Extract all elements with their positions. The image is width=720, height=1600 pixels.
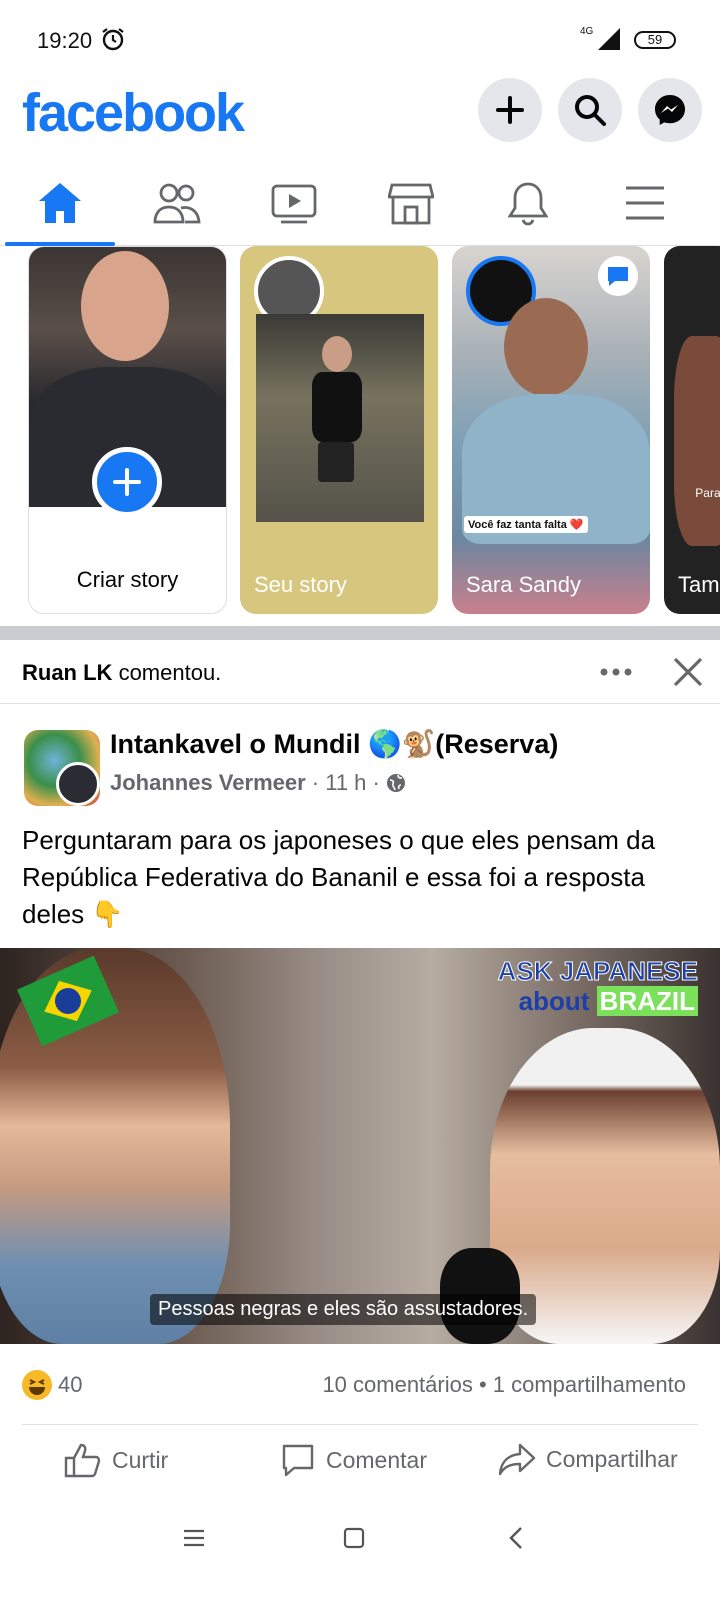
chat-bubble-icon bbox=[608, 267, 628, 286]
menu-icon bbox=[626, 186, 664, 220]
alarm-icon bbox=[100, 26, 126, 57]
video-title-overlay: ASK JAPANESE about BRAZIL bbox=[497, 956, 699, 1016]
search-icon bbox=[575, 95, 606, 126]
tab-friends[interactable] bbox=[117, 162, 237, 244]
activity-text: Ruan LK comentou. bbox=[22, 660, 221, 686]
next-story-card[interactable]: Parabé Tam bbox=[664, 246, 720, 614]
story-caption: Você faz tanta falta ❤️ bbox=[464, 516, 588, 533]
notifications-icon bbox=[507, 182, 549, 226]
recents-button[interactable] bbox=[170, 1514, 218, 1562]
create-button[interactable] bbox=[478, 78, 542, 142]
status-bar: 19:20 4G 59 bbox=[0, 0, 720, 78]
tab-home[interactable] bbox=[0, 162, 120, 246]
friends-icon bbox=[153, 183, 201, 224]
story-preview-image bbox=[256, 314, 424, 522]
hide-post-button[interactable] bbox=[668, 654, 708, 690]
group-avatar[interactable] bbox=[24, 730, 100, 806]
messenger-icon bbox=[655, 95, 685, 125]
create-story-label: Criar story bbox=[76, 567, 179, 592]
plus-icon bbox=[496, 96, 524, 124]
author-avatar[interactable] bbox=[56, 762, 100, 806]
app-header: facebook bbox=[0, 78, 720, 162]
signal-icon bbox=[596, 28, 622, 55]
own-story-label: Seu story bbox=[254, 572, 347, 597]
home-icon bbox=[39, 183, 81, 223]
messenger-button[interactable] bbox=[638, 78, 702, 142]
like-label: Curtir bbox=[112, 1446, 169, 1473]
system-navigation bbox=[0, 1504, 720, 1600]
menu-icon bbox=[184, 1529, 204, 1547]
square-icon bbox=[343, 1527, 365, 1549]
actions-divider bbox=[22, 1424, 698, 1425]
stories-tray: Criar story Seu story Você faz tanta fal… bbox=[0, 246, 720, 626]
network-type: 4G bbox=[580, 26, 594, 37]
author-name[interactable]: Johannes Vermeer bbox=[110, 770, 306, 795]
more-options-button[interactable] bbox=[596, 654, 636, 690]
post-time[interactable]: · 11 h · bbox=[306, 770, 386, 795]
title-line-1: ASK JAPANESE bbox=[497, 956, 698, 987]
back-icon bbox=[509, 1527, 522, 1549]
clock: 19:20 bbox=[37, 28, 93, 53]
own-story-card[interactable]: Seu story bbox=[240, 246, 438, 614]
back-button[interactable] bbox=[492, 1514, 540, 1562]
more-icon bbox=[600, 668, 632, 676]
comment-button[interactable]: Comentar bbox=[280, 1442, 427, 1478]
battery-level: 59 bbox=[634, 31, 676, 49]
search-button[interactable] bbox=[558, 78, 622, 142]
post-actions: Curtir Comentar Compartilhar bbox=[0, 1432, 720, 1496]
like-button[interactable]: Curtir bbox=[64, 1442, 168, 1478]
tab-notifications[interactable] bbox=[468, 162, 588, 244]
add-story-button[interactable] bbox=[92, 447, 162, 517]
facebook-feed: 19:20 4G 59 facebook Criar story Seu sto… bbox=[0, 0, 720, 1600]
post-header: Intankavel o Mundil 🌎🐒(Reserva) Johannes… bbox=[0, 720, 720, 820]
home-button[interactable] bbox=[330, 1514, 378, 1562]
reaction-count: 40 bbox=[58, 1372, 83, 1397]
section-divider bbox=[0, 626, 720, 640]
tab-marketplace[interactable] bbox=[351, 162, 471, 244]
tab-watch[interactable] bbox=[234, 162, 354, 244]
post-meta: Johannes Vermeer · 11 h · bbox=[110, 770, 406, 796]
comment-label: Comentar bbox=[326, 1446, 427, 1473]
haha-reaction-icon bbox=[22, 1370, 52, 1400]
activity-action: comentou. bbox=[112, 660, 222, 685]
message-badge bbox=[598, 256, 638, 296]
watch-icon bbox=[271, 184, 317, 224]
engagement-stats[interactable]: 10 comentários • 1 compartilhamento bbox=[322, 1372, 686, 1398]
share-icon bbox=[498, 1443, 536, 1476]
share-button[interactable]: Compartilhar bbox=[498, 1442, 678, 1476]
video-subtitle: Pessoas negras e eles são assustadores. bbox=[150, 1294, 537, 1325]
friend-story-card[interactable]: Você faz tanta falta ❤️ Sara Sandy bbox=[452, 246, 650, 614]
actor-name[interactable]: Ruan LK bbox=[22, 660, 112, 685]
plus-icon bbox=[113, 468, 141, 496]
post-text: Perguntaram para os japoneses o que eles… bbox=[22, 825, 656, 929]
thumbs-up-icon bbox=[64, 1443, 101, 1478]
group-name[interactable]: Intankavel o Mundil 🌎🐒(Reserva) bbox=[110, 728, 558, 760]
main-navigation bbox=[0, 162, 720, 246]
close-icon bbox=[674, 658, 702, 686]
marketplace-icon bbox=[388, 183, 434, 225]
share-label: Compartilhar bbox=[546, 1445, 678, 1472]
post-image[interactable]: ASK JAPANESE about BRAZIL Pessoas negras… bbox=[0, 948, 720, 1344]
comment-icon bbox=[282, 1444, 314, 1477]
globe-icon bbox=[386, 774, 405, 792]
reaction-summary[interactable]: 40 10 comentários • 1 compartilhamento bbox=[0, 1360, 720, 1420]
facebook-logo[interactable]: facebook bbox=[22, 82, 245, 144]
create-story-card[interactable]: Criar story bbox=[28, 246, 227, 614]
activity-header: Ruan LK comentou. bbox=[0, 640, 720, 704]
story-partial-text: Parabé bbox=[695, 486, 720, 500]
friend-story-label: Sara Sandy bbox=[466, 572, 581, 597]
next-story-label: Tam bbox=[678, 572, 720, 597]
tab-menu[interactable] bbox=[585, 162, 705, 244]
title-line-2: about BRAZIL bbox=[498, 986, 698, 1016]
